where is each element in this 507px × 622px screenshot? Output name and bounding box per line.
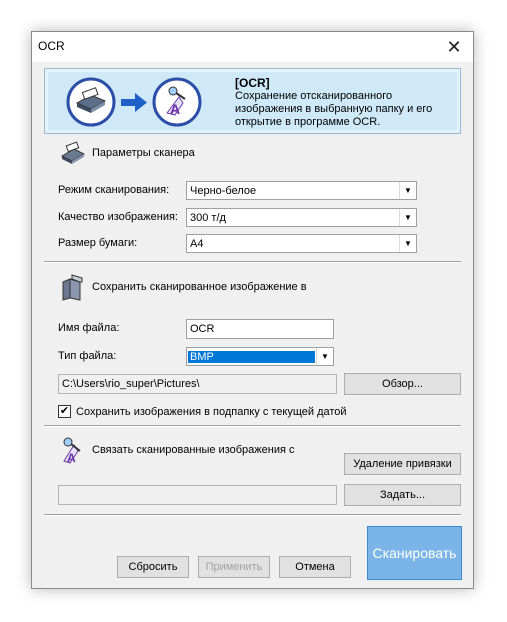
divider [44,425,461,427]
filename-input[interactable]: OCR [186,319,334,339]
paper-size-label: Размер бумаги: [58,237,138,249]
chevron-down-icon: ▼ [399,209,416,226]
scan-mode-value: Черно-белое [190,184,257,197]
header-banner: A [OCR] Сохранение отсканированного изоб… [44,68,461,134]
browse-button[interactable]: Обзор... [344,373,461,395]
scanner-settings-label: Параметры сканера [92,147,195,159]
link-heading: A Связать сканированные изображения с [60,435,295,465]
scan-mode-label: Режим сканирования: [58,184,170,196]
filename-label: Имя файла: [58,322,120,334]
image-quality-label: Качество изображения: [58,211,178,223]
paper-size-select[interactable]: A4 ▼ [186,234,417,253]
svg-text:A: A [170,101,180,117]
divider [44,514,461,516]
cancel-button[interactable]: Отмена [279,556,351,578]
scan-to-ocr-illustration: A [66,77,202,127]
save-to-label: Сохранить сканированное изображение в [92,281,307,293]
remove-link-button[interactable]: Удаление привязки [344,453,461,475]
close-button[interactable]: ✕ [435,32,473,62]
ocr-app-icon: A [63,437,81,465]
scan-mode-select[interactable]: Черно-белое ▼ [186,181,417,200]
scanner-circle-icon [66,77,116,127]
scanner-settings-heading: Параметры сканера [60,140,195,166]
ocr-circle-icon: A [152,77,202,127]
scanner-icon [60,141,86,164]
chevron-down-icon: ▼ [316,348,333,365]
scan-button[interactable]: Сканировать [367,526,462,580]
link-label: Связать сканированные изображения с [92,444,295,456]
link-path-field [58,485,337,505]
ocr-dialog: OCR ✕ A [OCR] Сохранение отсканированног… [31,31,474,589]
subfolder-checkbox[interactable]: ✔ [58,405,71,418]
filetype-select[interactable]: BMP ▼ [186,347,334,366]
chevron-down-icon: ▼ [399,235,416,252]
filetype-label: Тип файла: [58,350,117,362]
image-quality-value: 300 т/д [190,211,226,224]
subfolder-label: Сохранить изображения в подпапку с текущ… [76,405,347,418]
set-link-button[interactable]: Задать... [344,484,461,506]
window-title: OCR [38,39,65,53]
banner-description: Сохранение отсканированного изображения … [235,90,433,128]
save-path-field: C:\Users\rio_super\Pictures\ [58,374,337,394]
arrow-right-icon [121,93,147,112]
apply-button[interactable]: Применить [198,556,270,578]
filetype-value: BMP [188,350,315,363]
paper-size-value: A4 [190,237,204,250]
svg-text:A: A [67,451,76,465]
reset-button[interactable]: Сбросить [117,556,189,578]
folder-icon [62,274,83,301]
title-bar: OCR ✕ [32,32,473,62]
chevron-down-icon: ▼ [399,182,416,199]
image-quality-select[interactable]: 300 т/д ▼ [186,208,417,227]
save-to-heading: Сохранить сканированное изображение в [60,272,307,302]
close-icon: ✕ [446,36,462,57]
subfolder-option[interactable]: ✔ Сохранить изображения в подпапку с тек… [58,405,347,418]
banner-title: [OCR] [235,76,270,90]
divider [44,261,461,263]
